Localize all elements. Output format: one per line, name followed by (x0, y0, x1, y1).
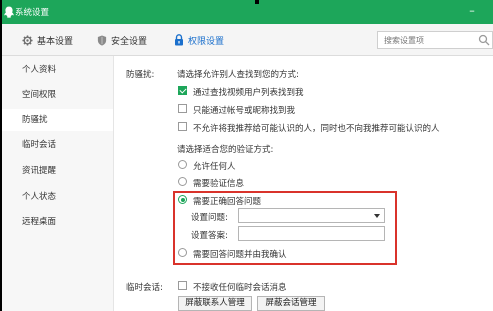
section-label-anti-harassment: 防骚扰: (126, 70, 155, 80)
verify-option-radio-allow-anyone[interactable] (178, 160, 187, 169)
settings-search[interactable] (377, 31, 493, 49)
verify-method-prompt: 请选择适合您的验证方式: (177, 145, 274, 155)
question-select[interactable] (238, 208, 385, 223)
find-option-checkbox-no-recommend[interactable] (178, 122, 187, 131)
temp-session-block-checkbox[interactable] (178, 281, 187, 290)
title-bar: 系统设置 – (0, 0, 493, 24)
settings-toolbar: 基本设置 安全设置 权限设置 (0, 24, 493, 56)
crop-edge-left (0, 0, 2, 311)
lock-icon (175, 34, 183, 46)
verify-option-radio-answer-question[interactable] (178, 195, 187, 204)
shield-icon (97, 34, 107, 46)
verify-option-radio-answer-and-confirm[interactable] (178, 248, 187, 257)
answer-input[interactable] (238, 226, 385, 241)
find-method-prompt: 请选择允许别人查找到您的方式: (177, 70, 299, 80)
tab-security-settings[interactable]: 安全设置 (97, 24, 147, 56)
find-option-label-no-recommend: 不允许将我推荐给可能认识的人，同时也不向我推荐可能认识的人 (193, 124, 440, 134)
question-field-label: 设置问题: (191, 213, 228, 223)
verify-option-label-answer-and-confirm: 需要回答问题并由我确认 (193, 250, 287, 260)
minimize-button[interactable]: – (465, 4, 479, 17)
blocked-contacts-button[interactable]: 屏蔽联系人管理 (178, 296, 252, 311)
verify-option-label-answer-question: 需要正确回答问题 (193, 197, 262, 207)
sidebar-item-space-permission[interactable]: 空间权限 (0, 84, 113, 106)
search-icon[interactable] (478, 34, 490, 46)
answer-field-label: 设置答案: (191, 231, 228, 241)
settings-sidebar: 个人资料 空间权限 防骚扰 临时会话 资讯提醒 个人状态 远程桌面 (0, 56, 114, 311)
sidebar-item-profile[interactable]: 个人资料 (0, 59, 113, 81)
search-input[interactable] (378, 32, 478, 48)
sidebar-item-news-reminder[interactable]: 资讯提醒 (0, 160, 113, 182)
crop-handle (255, 0, 259, 4)
blocked-sessions-button[interactable]: 屏蔽会话管理 (257, 296, 325, 311)
find-option-label-video-list: 通过查找视频用户列表找到我 (193, 88, 304, 98)
tab-permission-settings-label: 权限设置 (188, 36, 225, 47)
temp-session-block-label: 不接收任何临时会话消息 (193, 283, 287, 293)
sidebar-item-personal-status[interactable]: 个人状态 (0, 186, 113, 208)
app-logo-icon (4, 6, 14, 18)
sidebar-item-remote-desktop[interactable]: 远程桌面 (0, 211, 113, 233)
gear-icon (22, 34, 33, 46)
verify-option-label-verify-info: 需要验证信息 (193, 179, 245, 189)
find-option-checkbox-video-list[interactable] (178, 86, 187, 95)
section-label-temp-session: 临时会话: (126, 283, 163, 293)
find-option-label-account-only: 只能通过帐号或昵称找到我 (193, 106, 296, 116)
verify-option-label-allow-anyone: 允许任何人 (193, 162, 236, 172)
window-title: 系统设置 (15, 8, 50, 18)
tab-security-settings-label: 安全设置 (111, 36, 148, 47)
verify-option-radio-verify-info[interactable] (178, 177, 187, 186)
tab-basic-settings-label: 基本设置 (37, 36, 74, 47)
tab-permission-settings[interactable]: 权限设置 (174, 24, 224, 56)
tab-basic-settings[interactable]: 基本设置 (22, 24, 73, 56)
find-option-checkbox-account-only[interactable] (178, 104, 187, 113)
sidebar-item-temp-session[interactable]: 临时会话 (0, 134, 113, 156)
chevron-down-icon (374, 214, 380, 218)
sidebar-item-anti-harassment[interactable]: 防骚扰 (0, 109, 113, 131)
